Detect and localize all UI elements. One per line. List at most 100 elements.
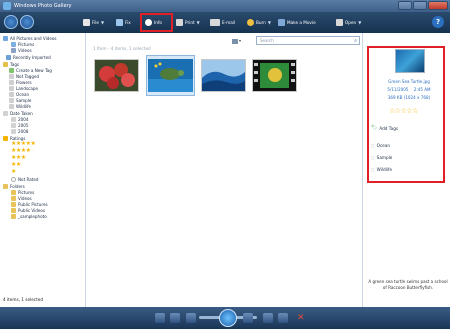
flowers-photo (95, 60, 138, 91)
nav-year-label: 2004 (18, 116, 29, 122)
playback-bar: ✕ (0, 307, 450, 329)
thumbnail-pane: ▾ Search ⌕ 1 Item - 4 items, 1 selected (86, 33, 362, 307)
toolbar-burn[interactable]: Burn ▼ (247, 17, 271, 28)
nav-videos[interactable]: Videos (11, 47, 32, 53)
nav-tag-label: Sample (16, 97, 32, 103)
turtle-photo (148, 59, 193, 92)
folder-icon (11, 201, 16, 207)
nav-folders-header-label: Folders (10, 183, 25, 189)
next-button[interactable] (243, 313, 253, 323)
app-icon (3, 2, 11, 10)
nav-pictures-label: Pictures (18, 41, 35, 47)
search-icon: ⌕ (354, 38, 357, 44)
tag-icon (9, 97, 14, 103)
calendar-icon (3, 110, 8, 116)
search-input[interactable]: Search ⌕ (256, 36, 360, 45)
nav-not-rated[interactable]: Not Rated (11, 176, 38, 182)
toolbar-fix[interactable]: Fix (116, 17, 131, 28)
calendar-icon (11, 128, 16, 134)
calendar-icon (11, 116, 16, 122)
thumbnail-flowers[interactable] (94, 59, 139, 92)
delete-button[interactable]: ✕ (297, 313, 307, 323)
toolbar-open[interactable]: Open ▼ (336, 17, 361, 28)
thumbnail-video[interactable] (252, 59, 297, 92)
nav-folder-label: Videos (18, 195, 32, 201)
gallery-icon (3, 35, 8, 41)
navigation-pane: All Pictures and Videos Pictures Videos … (0, 33, 86, 307)
chevron-down-icon: ▼ (196, 20, 200, 25)
tag-icon (9, 103, 14, 109)
toolbar-print[interactable]: Print ▼ (176, 17, 200, 28)
info-pane-highlight-box (367, 46, 445, 183)
view-options-button[interactable]: ▾ (232, 36, 252, 45)
folder-icon (11, 207, 16, 213)
photo-gallery-window: Windows Photo Gallery File ▼ Fix Info Pr… (0, 0, 450, 329)
nav-year-label: 2008 (18, 128, 29, 134)
calendar-icon (11, 122, 16, 128)
print-icon (176, 19, 183, 26)
nav-tag-label: Landscape (16, 85, 38, 91)
nav-year-label: 2005 (18, 122, 29, 128)
thumbnail-ocean-wave[interactable] (201, 59, 246, 92)
chevron-down-icon: ▼ (358, 20, 362, 25)
star-icon (3, 135, 8, 141)
nav-recently-imported[interactable]: Recently Imported (6, 54, 51, 60)
open-icon (336, 19, 343, 26)
maximize-button[interactable] (413, 1, 427, 10)
toolbar-make-movie-label: Make a Movie (287, 20, 316, 25)
actual-size-button[interactable] (170, 313, 180, 323)
folder-icon (11, 213, 16, 219)
tag-icon (9, 79, 14, 85)
toolbar-email-label: E-mail (222, 20, 236, 25)
rotate-left-button[interactable] (263, 313, 273, 323)
toolbar-file-label: File (92, 20, 100, 25)
info-description[interactable]: A green sea turtle swims past a school o… (367, 279, 449, 290)
status-bar: 4 items, 1 selected (3, 297, 43, 302)
zoom-button[interactable] (155, 313, 165, 323)
minimize-button[interactable] (398, 1, 412, 10)
toolbar-open-label: Open (345, 20, 357, 25)
chevron-down-icon: ▾ (239, 38, 242, 43)
rotate-right-button[interactable] (278, 313, 288, 323)
toolbar-fix-label: Fix (125, 20, 131, 25)
video-photo (253, 60, 296, 91)
nav-folder-label: Pictures (18, 189, 35, 195)
selection-status: 1 Item - 4 items, 1 selected (93, 46, 151, 51)
nav-folder-samplephoto[interactable]: _samplephoto (11, 213, 47, 219)
nav-tag-label: Create a New Tag (16, 67, 52, 73)
forward-button[interactable] (20, 15, 34, 29)
toolbar-email[interactable]: E-mail (210, 17, 235, 28)
window-title: Windows Photo Gallery (14, 3, 72, 9)
pictures-icon (11, 41, 16, 47)
previous-button[interactable] (186, 313, 196, 323)
close-button[interactable] (428, 1, 448, 10)
nav-date-header-label: Date Taken (10, 110, 33, 116)
wave-photo (202, 60, 245, 91)
nav-folder-label: Public Pictures (18, 201, 48, 207)
toolbar-make-movie[interactable]: Make a Movie (278, 17, 316, 28)
chevron-down-icon: ▼ (101, 20, 105, 25)
tag-icon (3, 61, 8, 67)
folder-icon (11, 195, 16, 201)
folder-icon (11, 189, 16, 195)
burn-icon (247, 19, 254, 26)
nav-tag-wildlife[interactable]: Wildlife (9, 103, 31, 109)
slideshow-button[interactable] (219, 309, 237, 327)
help-button[interactable]: ? (432, 16, 444, 28)
videos-icon (11, 47, 16, 53)
nav-year-2008[interactable]: 2008 (11, 128, 28, 134)
nav-all-label: All Pictures and Videos (10, 35, 57, 41)
back-button[interactable] (4, 15, 18, 29)
toolbar: File ▼ Fix Info Print ▼ E-mail Burn ▼ Ma… (0, 12, 450, 33)
nav-recent-label: Recently Imported (13, 54, 51, 60)
nav-tag-label: Ocean (16, 91, 30, 97)
thumbnail-green-sea-turtle[interactable] (146, 55, 195, 96)
search-placeholder: Search (260, 38, 274, 43)
recent-icon (6, 54, 11, 60)
nav-rating-1[interactable]: ★ (11, 169, 16, 175)
toolbar-file[interactable]: File ▼ (83, 17, 104, 28)
toolbar-burn-label: Burn (256, 20, 266, 25)
tag-icon (9, 85, 14, 91)
not-rated-icon (11, 176, 16, 182)
tag-icon (9, 91, 14, 97)
